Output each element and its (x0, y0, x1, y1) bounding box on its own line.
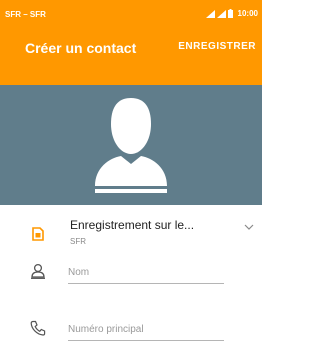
phone-input[interactable] (68, 318, 224, 341)
name-input[interactable] (68, 261, 224, 284)
storage-label: Enregistrement sur le... (70, 218, 195, 232)
battery-icon (227, 9, 233, 18)
signal-icon (205, 9, 215, 18)
sim-card-icon (32, 227, 44, 241)
contact-photo[interactable] (0, 85, 262, 205)
status-bar: SFR – SFR 10:00 (0, 0, 262, 30)
save-button[interactable]: ENREGISTRER (178, 41, 256, 52)
status-icons: 10:00 (205, 9, 258, 18)
person-avatar-icon (95, 98, 167, 193)
chevron-down-icon (244, 224, 254, 230)
person-icon (31, 263, 45, 279)
storage-account-selector[interactable]: Enregistrement sur le... SFR (0, 210, 262, 260)
app-bar: SFR – SFR 10:00 Créer un contact ENREGIS… (0, 0, 262, 85)
signal-icon (216, 9, 226, 18)
clock: 10:00 (237, 9, 258, 18)
storage-account: SFR (70, 237, 86, 246)
page-title: Créer un contact (25, 40, 137, 56)
phone-field-row (0, 314, 262, 348)
carrier-label: SFR – SFR (5, 10, 46, 19)
name-field-row (0, 257, 262, 291)
phone-icon (30, 320, 46, 336)
